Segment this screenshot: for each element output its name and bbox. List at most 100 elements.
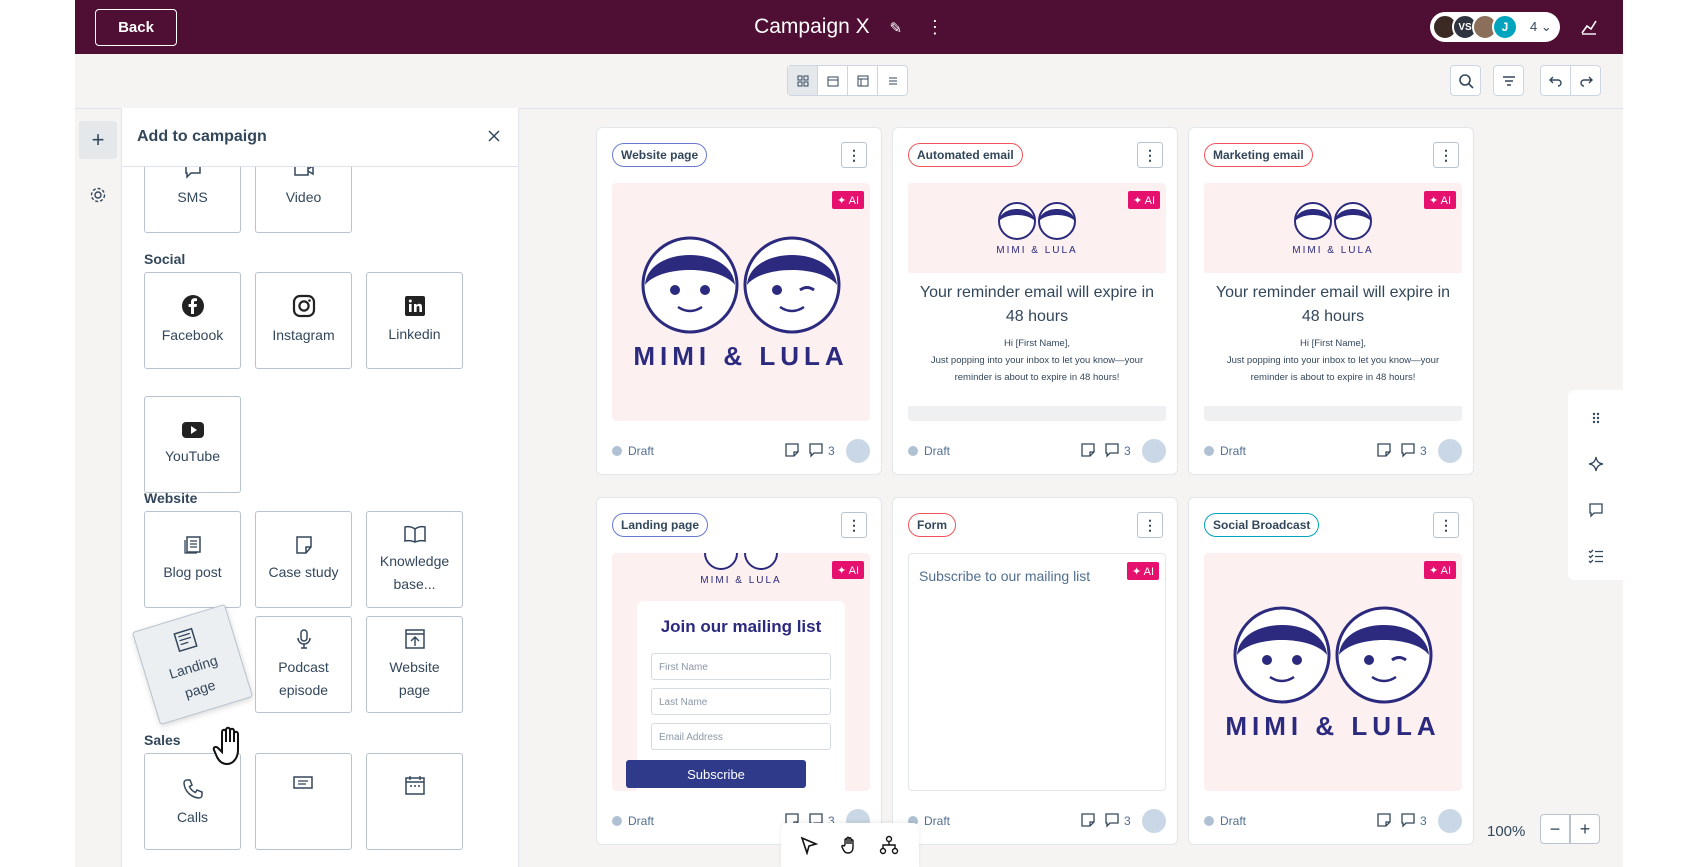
tile-label: YouTube xyxy=(164,448,220,465)
sparkle-icon[interactable] xyxy=(1588,456,1604,472)
email-greeting: Hi [First Name], xyxy=(1004,338,1070,349)
comment-icon[interactable] xyxy=(1104,812,1120,828)
owner-avatar[interactable] xyxy=(1142,809,1166,833)
checklist-icon[interactable] xyxy=(1588,548,1604,564)
email-body: Your reminder email will expire in 48 ho… xyxy=(1204,273,1462,406)
card-type-tag: Website page xyxy=(612,143,708,167)
notes-icon[interactable] xyxy=(1080,442,1096,458)
campaign-card-landing-page[interactable]: Landing page ⋮ MIMI & LULA ✦ AI Join our… xyxy=(596,497,882,845)
tile-blog-post[interactable]: Blog post xyxy=(144,511,241,608)
comment-count: 3 xyxy=(1124,814,1131,828)
owner-avatar[interactable] xyxy=(1142,439,1166,463)
collaborators-group[interactable]: VS J 4 ⌄ xyxy=(1430,12,1560,42)
zoom-in-button[interactable]: + xyxy=(1570,814,1600,844)
tile-landing-page-dragging[interactable]: Landing page xyxy=(131,603,254,726)
more-options-icon[interactable]: ⋮ xyxy=(926,17,944,38)
redo-button[interactable] xyxy=(1570,65,1601,96)
redo-icon xyxy=(1579,76,1593,87)
status-dot xyxy=(612,816,622,826)
zoom-level: 100% xyxy=(1487,823,1526,840)
tile-facebook[interactable]: Facebook xyxy=(144,272,241,369)
tile-label: Case study xyxy=(268,564,339,581)
owner-avatar[interactable] xyxy=(846,439,870,463)
comment-icon[interactable] xyxy=(1400,442,1416,458)
card-menu-button[interactable]: ⋮ xyxy=(1433,512,1459,538)
drag-handle-icon[interactable] xyxy=(1588,410,1604,426)
facebook-icon xyxy=(181,295,204,318)
pointer-icon[interactable] xyxy=(799,835,819,855)
edit-pencil-icon[interactable]: ✎ xyxy=(889,19,902,37)
tile-label: Video xyxy=(285,189,322,206)
tile-instagram[interactable]: Instagram xyxy=(255,272,352,369)
mimi-lula-logo-icon xyxy=(1233,606,1433,704)
card-menu-button[interactable]: ⋮ xyxy=(1137,512,1163,538)
comment-icon[interactable] xyxy=(1588,502,1604,518)
hierarchy-icon[interactable] xyxy=(879,835,899,855)
tile-website-page[interactable]: Website page xyxy=(366,616,463,713)
campaign-card-automated-email[interactable]: Automated email ⋮ MIMI & LULA ✦ AI Your … xyxy=(892,127,1178,475)
brand-wordmark: MIMI & LULA xyxy=(633,341,849,371)
grid-view-button[interactable] xyxy=(788,66,818,95)
comment-count: 3 xyxy=(828,444,835,458)
brand-wordmark: MIMI & LULA xyxy=(1225,711,1441,741)
campaign-card-marketing-email[interactable]: Marketing email ⋮ MIMI & LULA ✦ AI Your … xyxy=(1188,127,1474,475)
campaign-title[interactable]: Campaign X xyxy=(754,15,870,38)
owner-avatar[interactable] xyxy=(1438,439,1462,463)
gear-icon[interactable] xyxy=(88,185,108,205)
notes-icon[interactable] xyxy=(1376,442,1392,458)
add-button[interactable]: + xyxy=(79,121,117,159)
campaign-card-social-broadcast[interactable]: Social Broadcast ⋮ ✦ AI MIMI & LULA Draf… xyxy=(1188,497,1474,845)
card-menu-button[interactable]: ⋮ xyxy=(1433,142,1459,168)
hand-icon[interactable] xyxy=(839,835,859,855)
notes-icon[interactable] xyxy=(784,442,800,458)
owner-avatar[interactable] xyxy=(1438,809,1462,833)
email-message: Just popping into your inbox to let you … xyxy=(930,355,1144,384)
campaign-card-website-page[interactable]: Website page ⋮ ✦ AI MIMI & LULA Draft 3 xyxy=(596,127,882,475)
tile-knowledge-base[interactable]: Knowledge base... xyxy=(366,511,463,608)
comment-icon[interactable] xyxy=(808,442,824,458)
card-menu-button[interactable]: ⋮ xyxy=(841,512,867,538)
list-view-button[interactable] xyxy=(878,66,907,95)
filter-icon xyxy=(1502,75,1515,86)
form-preview-text: Subscribe to our mailing list xyxy=(919,568,1091,584)
search-button[interactable] xyxy=(1450,65,1481,96)
comment-count: 3 xyxy=(1124,444,1131,458)
status-dot xyxy=(908,446,918,456)
top-bar: Back Campaign X ✎ ⋮ VS J 4 ⌄ xyxy=(75,0,1623,54)
comment-icon[interactable] xyxy=(1400,812,1416,828)
tile-podcast-episode[interactable]: Podcast episode xyxy=(255,616,352,713)
notes-icon[interactable] xyxy=(1080,812,1096,828)
close-icon[interactable] xyxy=(486,128,502,144)
filter-button[interactable] xyxy=(1493,65,1524,96)
analytics-icon[interactable] xyxy=(1579,16,1599,36)
status-dot xyxy=(1204,816,1214,826)
grid-view-icon xyxy=(797,75,808,86)
right-rail xyxy=(1568,390,1623,580)
tile-linkedin[interactable]: Linkedin xyxy=(366,272,463,369)
zoom-out-button[interactable]: − xyxy=(1540,814,1570,844)
app-frame: Back Campaign X ✎ ⋮ VS J 4 ⌄ + Add to ca… xyxy=(75,0,1623,867)
comment-count: 3 xyxy=(1420,444,1427,458)
tile-sales-item[interactable] xyxy=(366,753,463,850)
email-body: Your reminder email will expire in 48 ho… xyxy=(908,273,1166,406)
card-footer: Draft 3 xyxy=(1204,809,1462,833)
calendar-view-icon xyxy=(827,76,838,86)
tile-case-study[interactable]: Case study xyxy=(255,511,352,608)
tile-label: Podcast episode xyxy=(278,659,329,698)
table-view-icon xyxy=(857,75,868,86)
brand-wordmark: MIMI & LULA xyxy=(1292,245,1374,256)
grab-cursor-icon xyxy=(212,726,239,766)
table-view-button[interactable] xyxy=(848,66,878,95)
tile-youtube[interactable]: YouTube xyxy=(144,396,241,493)
avatar: J xyxy=(1492,14,1518,40)
notes-icon[interactable] xyxy=(1376,812,1392,828)
card-menu-button[interactable]: ⋮ xyxy=(1137,142,1163,168)
undo-button[interactable] xyxy=(1540,65,1571,96)
section-heading-sales: Sales xyxy=(144,732,181,748)
card-menu-button[interactable]: ⋮ xyxy=(841,142,867,168)
tile-label: Instagram xyxy=(272,327,335,344)
campaign-card-form[interactable]: Form ⋮ Subscribe to our mailing list ✦ A… xyxy=(892,497,1178,845)
calendar-view-button[interactable] xyxy=(818,66,848,95)
comment-icon[interactable] xyxy=(1104,442,1120,458)
tile-sales-item[interactable] xyxy=(255,753,352,850)
